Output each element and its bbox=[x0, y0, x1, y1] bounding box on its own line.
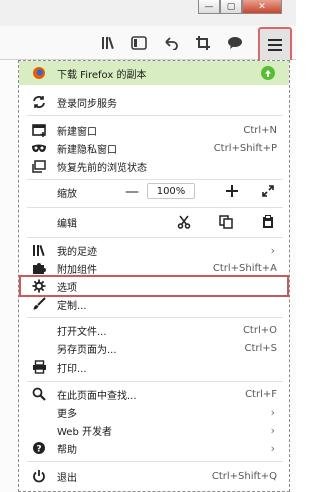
banner-label: 下载 Firefox 的副本 bbox=[57, 69, 147, 81]
zoom-out-icon[interactable]: — bbox=[123, 183, 141, 201]
menu-item-help[interactable]: ? 帮助 › bbox=[19, 437, 289, 459]
menu-item-sync[interactable]: 登录同步服务 bbox=[19, 91, 289, 113]
library-icon bbox=[31, 242, 47, 258]
zoom-in-icon[interactable] bbox=[223, 182, 241, 200]
sync-icon bbox=[31, 94, 47, 110]
menu-item-label: 新建窗口 bbox=[57, 126, 97, 138]
puzzle-icon bbox=[31, 260, 47, 276]
brush-icon bbox=[31, 296, 47, 312]
menu-item-label: 我的足迹 bbox=[57, 246, 97, 258]
maximize-button[interactable]: ▢ bbox=[220, 0, 242, 14]
fullscreen-icon[interactable] bbox=[259, 182, 277, 200]
shortcut-label: Ctrl+S bbox=[244, 342, 277, 354]
private-mask-icon bbox=[31, 140, 47, 156]
menu-separator bbox=[27, 179, 283, 180]
menu-item-label: 另存页面为... bbox=[57, 344, 117, 356]
search-icon bbox=[31, 386, 47, 402]
gear-icon bbox=[31, 278, 47, 294]
update-banner[interactable]: 下载 Firefox 的副本 bbox=[19, 61, 289, 85]
menu-separator bbox=[27, 115, 283, 116]
page-background-left bbox=[0, 60, 18, 492]
window-controls: — ▢ ✕ bbox=[198, 0, 282, 14]
shortcut-label: Ctrl+F bbox=[245, 388, 277, 400]
menu-item-edit: 编辑 bbox=[19, 211, 289, 233]
menu-separator bbox=[27, 317, 283, 318]
menu-item-customize[interactable]: 定制... bbox=[19, 293, 289, 315]
chevron-right-icon: › bbox=[270, 405, 275, 419]
menu-item-label: 附加组件 bbox=[57, 264, 97, 276]
menu-item-label: 打开文件... bbox=[57, 326, 107, 338]
shortcut-label: Ctrl+N bbox=[243, 124, 277, 136]
menu-item-label: Web 开发者 bbox=[57, 426, 112, 438]
zoom-value: 100% bbox=[156, 185, 186, 197]
menu-item-label: 缩放 bbox=[57, 188, 77, 200]
paste-icon[interactable] bbox=[259, 213, 277, 231]
menu-item-label: 打印... bbox=[57, 363, 87, 375]
update-arrow-icon bbox=[261, 66, 275, 80]
page-background-right bbox=[290, 60, 296, 492]
menu-item-restore-session[interactable]: 恢复先前的浏览状态 bbox=[19, 155, 289, 177]
crop-icon[interactable] bbox=[192, 32, 214, 54]
svg-text:?: ? bbox=[36, 445, 41, 455]
minimize-button[interactable]: — bbox=[198, 0, 220, 14]
print-icon bbox=[31, 359, 47, 375]
menu-item-label: 更多 bbox=[57, 408, 77, 420]
help-icon: ? bbox=[31, 440, 47, 456]
menu-item-label: 编辑 bbox=[57, 218, 77, 230]
menu-item-label: 在此页面中查找... bbox=[57, 390, 137, 402]
menu-separator bbox=[27, 207, 283, 208]
copy-icon[interactable] bbox=[217, 213, 235, 231]
shortcut-label: Ctrl+Shift+P bbox=[213, 142, 277, 154]
browser-toolbar bbox=[0, 26, 296, 60]
menu-item-label: 定制... bbox=[57, 300, 87, 312]
sidebar-icon[interactable] bbox=[128, 32, 150, 54]
app-menu-panel: 下载 Firefox 的副本 登录同步服务 新建窗口 Ctrl+N 新建隐私窗口… bbox=[18, 60, 290, 492]
close-window-button[interactable]: ✕ bbox=[242, 0, 282, 14]
shortcut-label: Ctrl+Shift+A bbox=[212, 262, 277, 274]
chevron-right-icon: › bbox=[270, 441, 275, 455]
window-titlebar: — ▢ ✕ bbox=[0, 0, 296, 26]
menu-separator bbox=[27, 381, 283, 382]
chat-icon[interactable] bbox=[224, 32, 246, 54]
new-window-icon bbox=[31, 122, 47, 138]
menu-item-label: 选项 bbox=[57, 282, 77, 294]
menu-item-label: 退出 bbox=[57, 472, 77, 484]
menu-item-label: 新建隐私窗口 bbox=[57, 144, 117, 156]
shortcut-label: Ctrl+O bbox=[242, 324, 277, 336]
menu-item-quit[interactable]: 退出 Ctrl+Shift+Q bbox=[19, 465, 289, 487]
menu-item-label: 帮助 bbox=[57, 444, 77, 456]
chevron-right-icon: › bbox=[270, 243, 275, 257]
shortcut-label: Ctrl+Shift+Q bbox=[211, 470, 277, 482]
zoom-reset-button[interactable]: 100% bbox=[147, 183, 195, 199]
hamburger-menu-icon[interactable] bbox=[258, 27, 292, 63]
menu-item-print[interactable]: 打印... bbox=[19, 356, 289, 378]
power-icon bbox=[31, 468, 47, 484]
menu-separator bbox=[27, 461, 283, 462]
firefox-logo-icon bbox=[31, 65, 47, 81]
restore-icon bbox=[31, 158, 47, 174]
cut-icon[interactable] bbox=[175, 213, 193, 231]
menu-separator bbox=[27, 237, 283, 238]
menu-item-label: 恢复先前的浏览状态 bbox=[57, 162, 147, 174]
back-arrow-icon[interactable] bbox=[160, 32, 182, 54]
menu-item-label: 登录同步服务 bbox=[57, 98, 117, 110]
library-icon[interactable] bbox=[98, 32, 120, 54]
chevron-right-icon: › bbox=[270, 423, 275, 437]
